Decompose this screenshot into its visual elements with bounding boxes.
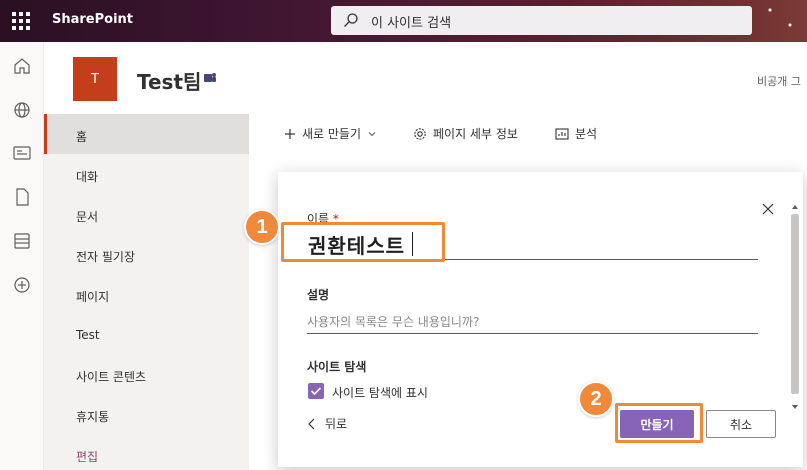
annotation-step-2: 2 (578, 381, 614, 417)
news-icon[interactable] (12, 143, 32, 163)
site-title[interactable]: Test팀 (137, 66, 201, 95)
show-in-nav-label[interactable]: 사이트 탐색에 표시 (332, 384, 428, 401)
site-logo[interactable]: T (73, 57, 117, 101)
new-button[interactable]: 새로 만들기 (284, 125, 377, 142)
scroll-down-icon[interactable] (789, 402, 801, 412)
plus-icon (285, 128, 295, 139)
chevron-left-icon (308, 418, 315, 429)
annotation-highlight-create (615, 403, 703, 443)
back-label: 뒤로 (325, 417, 348, 431)
description-field-label: 설명 (307, 288, 330, 302)
nav-item-documents[interactable]: 문서 (76, 208, 98, 225)
list-icon[interactable] (12, 231, 32, 251)
brand-name[interactable]: SharePoint (52, 12, 133, 27)
scroll-up-icon[interactable] (789, 202, 801, 212)
description-input[interactable]: 사용자의 목록은 무슨 내용입니까? (307, 313, 479, 330)
app-launcher-icon[interactable] (12, 12, 30, 30)
analytics-button[interactable]: 분석 (555, 125, 597, 142)
close-icon[interactable] (761, 202, 775, 216)
analytics-label: 분석 (575, 127, 598, 141)
nav-edit-link[interactable]: 편집 (76, 448, 98, 465)
show-in-nav-checkbox[interactable] (308, 383, 324, 399)
app-rail (0, 42, 44, 470)
create-list-dialog: 이름 * 권환테스트 설명 사용자의 목록은 무슨 내용입니까? 사이트 탐색 … (278, 172, 803, 467)
teams-icon[interactable] (203, 71, 217, 85)
search-icon (344, 13, 358, 27)
site-navigation-section-label: 사이트 탐색 (307, 360, 367, 374)
chevron-down-icon (368, 131, 376, 136)
add-circle-icon[interactable] (12, 275, 32, 295)
scrollbar-thumb[interactable] (791, 214, 799, 394)
annotation-step-1: 1 (244, 209, 280, 245)
cancel-button[interactable]: 취소 (706, 410, 776, 438)
analytics-icon (555, 127, 569, 140)
annotation-highlight-name (281, 222, 445, 262)
back-button[interactable]: 뒤로 (307, 415, 347, 432)
nav-item-recycle-bin[interactable]: 휴지통 (76, 408, 109, 425)
nav-item-home[interactable]: 홈 (76, 128, 87, 145)
page-details-label: 페이지 세부 정보 (433, 127, 518, 141)
active-nav-indicator (44, 114, 47, 154)
header-background-decoration (760, 0, 807, 42)
suite-bar: SharePoint 이 사이트 검색 (0, 0, 807, 42)
active-nav-highlight (44, 114, 249, 154)
page-details-button[interactable]: 페이지 세부 정보 (413, 125, 518, 142)
privacy-label: 비공개 그 (757, 75, 801, 88)
new-button-label: 새로 만들기 (302, 127, 362, 141)
gear-icon (414, 127, 426, 140)
search-box[interactable]: 이 사이트 검색 (331, 6, 752, 35)
search-input[interactable]: 이 사이트 검색 (371, 12, 451, 31)
dialog-scrollbar[interactable] (789, 202, 801, 412)
nav-item-test[interactable]: Test (76, 328, 100, 342)
nav-item-notebook[interactable]: 전자 필기장 (76, 248, 135, 265)
site-navigation: 홈 대화 문서 전자 필기장 페이지 Test 사이트 콘텐츠 휴지통 편집 (44, 114, 249, 470)
nav-item-site-contents[interactable]: 사이트 콘텐츠 (76, 368, 146, 385)
checkmark-icon (310, 387, 322, 396)
nav-item-pages[interactable]: 페이지 (76, 288, 109, 305)
file-icon[interactable] (12, 187, 32, 207)
nav-item-conversations[interactable]: 대화 (76, 168, 98, 185)
home-icon[interactable] (12, 56, 32, 76)
description-input-underline (307, 333, 758, 334)
globe-icon[interactable] (12, 100, 32, 120)
